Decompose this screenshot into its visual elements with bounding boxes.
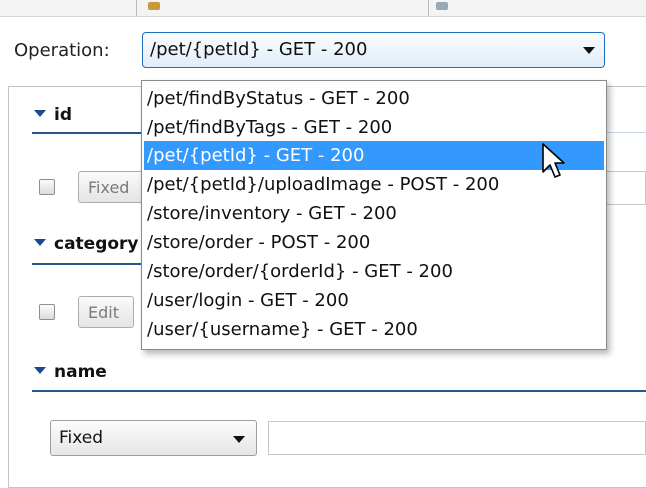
toolbar-folder-icon[interactable] [148,2,160,10]
dropdown-option[interactable]: /pet/findByTags - GET - 200 [144,113,604,142]
section-name-rule [32,390,646,392]
dropdown-option[interactable]: /store/inventory - GET - 200 [144,199,604,228]
section-category-title: category [54,234,139,254]
dropdown-option[interactable]: /store/order/{orderId} - GET - 200 [144,257,604,286]
id-value-field[interactable] [606,171,646,205]
dropdown-arrow-icon[interactable] [583,47,595,54]
pointer-cursor-icon [542,143,565,178]
id-enable-checkbox[interactable] [39,179,55,195]
dropdown-option[interactable]: /user/{username} - GET - 200 [144,315,604,344]
toolbar-separator [136,0,137,16]
collapse-triangle-icon[interactable] [34,109,46,117]
section-id-rule [32,132,152,134]
operation-dropdown-list[interactable]: /pet/findByStatus - GET - 200 /pet/findB… [141,80,607,350]
operation-label: Operation: [14,40,110,61]
section-id-title: id [54,105,72,125]
name-value-field[interactable] [268,421,646,455]
section-id-rule-tail [607,132,646,133]
dropdown-option[interactable]: /pet/{petId}/uploadImage - POST - 200 [144,170,604,199]
dropdown-arrow-icon[interactable] [233,436,245,443]
dropdown-option-selected[interactable]: /pet/{petId} - GET - 200 [144,141,604,170]
top-toolbar-strip [0,0,646,17]
operation-selected-value: /pet/{petId} - GET - 200 [150,39,368,60]
section-name-header[interactable]: name [34,362,107,382]
section-id-header[interactable]: id [34,105,72,125]
dropdown-option[interactable]: /store/order - POST - 200 [144,228,604,257]
category-enable-checkbox[interactable] [39,304,55,320]
name-mode-value: Fixed [59,428,104,448]
section-name-title: name [54,362,107,382]
collapse-triangle-icon[interactable] [34,366,46,374]
section-category-rule [32,263,152,265]
toolbar-tool-icon[interactable] [436,2,448,10]
name-mode-select[interactable]: Fixed [50,420,257,456]
toolbar-separator [428,0,429,16]
section-category-header[interactable]: category [34,234,139,254]
dropdown-option[interactable]: /pet/findByStatus - GET - 200 [144,84,604,113]
category-edit-button[interactable]: Edit [78,296,134,328]
collapse-triangle-icon[interactable] [34,238,46,246]
operation-select[interactable]: /pet/{petId} - GET - 200 [142,32,605,68]
id-mode-button[interactable]: Fixed [78,171,144,203]
dropdown-option[interactable]: /user/login - GET - 200 [144,286,604,315]
